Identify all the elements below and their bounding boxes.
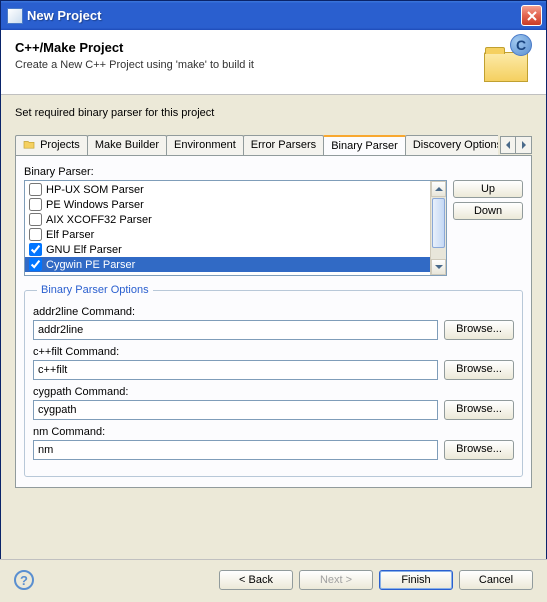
parser-checkbox-pe[interactable] (29, 198, 42, 211)
options-legend: Binary Parser Options (37, 284, 153, 296)
addr2line-input[interactable] (33, 320, 438, 340)
page-title: C++/Make Project (15, 40, 484, 55)
wizard-footer: ? < Back Next > Finish Cancel (0, 559, 547, 602)
list-item: HP-UX SOM Parser (25, 182, 446, 197)
cancel-button[interactable]: Cancel (459, 570, 533, 590)
next-button: Next > (299, 570, 373, 590)
down-button[interactable]: Down (453, 202, 523, 220)
addr2line-label: addr2line Command: (33, 306, 514, 318)
c-badge-icon: C (510, 34, 532, 56)
titlebar[interactable]: New Project (1, 1, 546, 30)
cygpath-label: cygpath Command: (33, 386, 514, 398)
wizard-header: C++/Make Project Create a New C++ Projec… (1, 30, 546, 95)
parser-checkbox-aix[interactable] (29, 213, 42, 226)
parser-label: PE Windows Parser (46, 199, 144, 211)
scrollbar[interactable] (430, 181, 446, 275)
window-title: New Project (27, 8, 521, 23)
close-icon (527, 11, 537, 21)
scroll-up-button[interactable] (431, 181, 446, 197)
parser-checkbox-gnuelf[interactable] (29, 243, 42, 256)
binary-parser-panel: Binary Parser: HP-UX SOM Parser PE Windo… (15, 156, 532, 488)
cygpath-browse-button[interactable]: Browse... (444, 400, 514, 420)
chevron-left-icon (506, 141, 510, 149)
up-button[interactable]: Up (453, 180, 523, 198)
tab-projects[interactable]: Projects (15, 135, 88, 155)
help-button[interactable]: ? (14, 570, 34, 590)
folder-icon (484, 52, 528, 82)
tab-scroll-right[interactable] (516, 136, 532, 154)
wizard-icon (7, 8, 23, 24)
nm-label: nm Command: (33, 426, 514, 438)
instruction-text: Set required binary parser for this proj… (15, 107, 532, 119)
tab-discovery-options[interactable]: Discovery Options (405, 135, 498, 155)
list-item: AIX XCOFF32 Parser (25, 212, 446, 227)
cygpath-input[interactable] (33, 400, 438, 420)
scroll-thumb[interactable] (432, 198, 445, 248)
parser-label: GNU Elf Parser (46, 244, 122, 256)
parser-list[interactable]: HP-UX SOM Parser PE Windows Parser AIX X… (24, 180, 447, 276)
tab-make-builder[interactable]: Make Builder (87, 135, 167, 155)
list-item: PE Windows Parser (25, 197, 446, 212)
cppfilt-label: c++filt Command: (33, 346, 514, 358)
list-item: Cygwin PE Parser (25, 257, 446, 272)
header-graphic: C (484, 40, 532, 82)
parser-checkbox-elf[interactable] (29, 228, 42, 241)
tab-environment[interactable]: Environment (166, 135, 244, 155)
cppfilt-input[interactable] (33, 360, 438, 380)
chevron-down-icon (435, 265, 443, 269)
addr2line-browse-button[interactable]: Browse... (444, 320, 514, 340)
list-item: Elf Parser (25, 227, 446, 242)
chevron-up-icon (435, 187, 443, 191)
tab-label: Projects (40, 139, 80, 151)
tab-scroll (500, 136, 532, 154)
tab-error-parsers[interactable]: Error Parsers (243, 135, 324, 155)
parser-label: HP-UX SOM Parser (46, 184, 144, 196)
close-button[interactable] (521, 5, 542, 26)
tab-binary-parser[interactable]: Binary Parser (323, 135, 406, 155)
folder-icon (23, 139, 35, 149)
nm-browse-button[interactable]: Browse... (444, 440, 514, 460)
parser-checkbox-hpux[interactable] (29, 183, 42, 196)
page-subtitle: Create a New C++ Project using 'make' to… (15, 59, 484, 71)
parser-checkbox-cygwin[interactable] (29, 258, 42, 271)
chevron-right-icon (522, 141, 526, 149)
tab-bar: Projects Make Builder Environment Error … (15, 135, 532, 156)
nm-input[interactable] (33, 440, 438, 460)
parser-label: AIX XCOFF32 Parser (46, 214, 152, 226)
parser-label: Cygwin PE Parser (46, 259, 135, 271)
back-button[interactable]: < Back (219, 570, 293, 590)
list-item: GNU Elf Parser (25, 242, 446, 257)
binary-parser-label: Binary Parser: (24, 166, 523, 178)
tab-scroll-left[interactable] (500, 136, 516, 154)
cppfilt-browse-button[interactable]: Browse... (444, 360, 514, 380)
binary-parser-options: Binary Parser Options addr2line Command:… (24, 284, 523, 477)
parser-label: Elf Parser (46, 229, 94, 241)
scroll-down-button[interactable] (431, 259, 446, 275)
finish-button[interactable]: Finish (379, 570, 453, 590)
